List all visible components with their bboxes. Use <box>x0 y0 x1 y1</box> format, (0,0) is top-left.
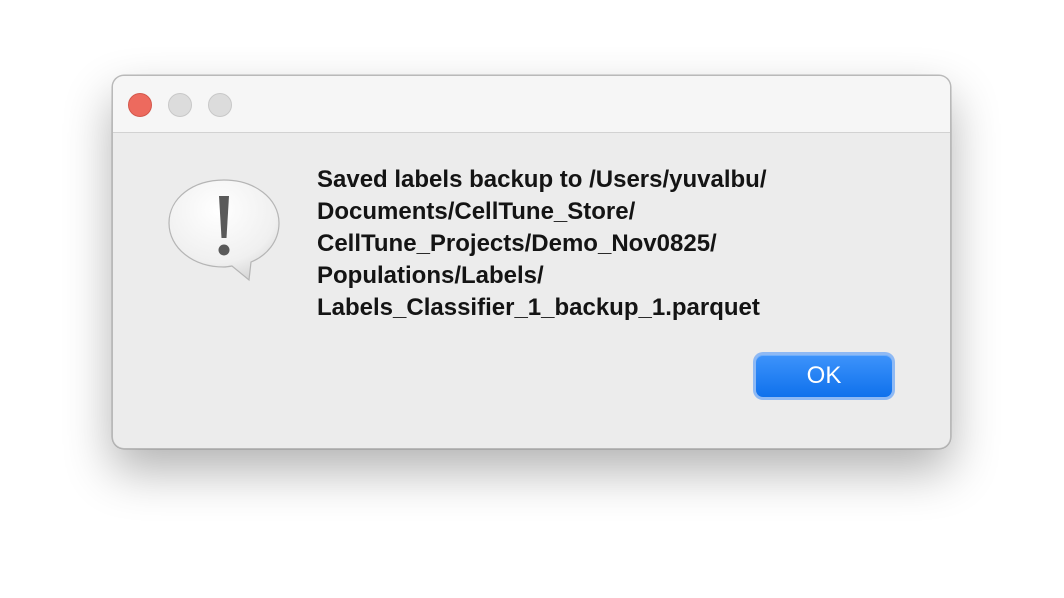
message-line: Documents/CellTune_Store/ <box>317 198 636 225</box>
message-line: Labels_Classifier_1_backup_1.parquet <box>317 294 760 321</box>
message-line: CellTune_Projects/Demo_Nov0825/ <box>317 230 717 257</box>
close-icon[interactable] <box>128 93 152 117</box>
alert-message: Saved labels backup to /Users/yuvalbu/ D… <box>317 164 917 324</box>
minimize-icon <box>168 93 192 117</box>
alert-dialog: Saved labels backup to /Users/yuvalbu/ D… <box>112 75 951 449</box>
alert-speech-bubble-icon <box>165 176 283 284</box>
ok-button-label: OK <box>756 355 892 397</box>
message-line: Populations/Labels/ <box>317 262 544 289</box>
ok-button[interactable]: OK <box>753 352 895 400</box>
zoom-icon <box>208 93 232 117</box>
title-bar <box>113 76 950 133</box>
message-line: Saved labels backup to /Users/yuvalbu/ <box>317 166 767 193</box>
